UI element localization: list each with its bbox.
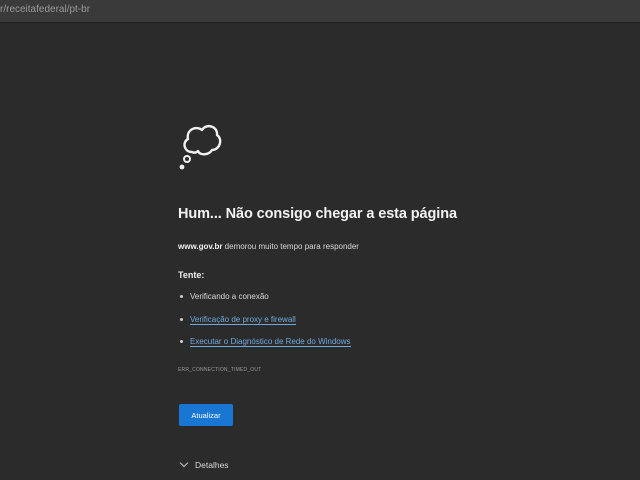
error-code: ERR_CONNECTION_TIMED_OUT — [178, 367, 262, 373]
details-label: Detalhes — [195, 460, 229, 470]
error-message: www.gov.br demorou muito tempo para resp… — [178, 242, 359, 251]
suggestion-network-diagnostics-link[interactable]: Executar o Diagnóstico de Rede do Window… — [178, 337, 351, 360]
suggestion-proxy-firewall-link[interactable]: Verificação de proxy e firewall — [178, 314, 351, 338]
suggestions-list: Verificando a conexão Verificação de pro… — [178, 292, 351, 360]
page-title: Hum... Não consigo chegar a esta página — [178, 206, 457, 222]
chevron-down-icon — [179, 458, 189, 468]
suggestion-check-connection: Verificando a conexão — [178, 292, 351, 315]
refresh-button[interactable]: Atualizar — [179, 404, 233, 426]
host-name: www.gov.br — [178, 242, 223, 251]
try-label: Tente: — [178, 270, 205, 280]
details-toggle[interactable]: Detalhes — [179, 458, 229, 470]
thought-cloud-icon — [179, 124, 222, 170]
address-bar[interactable]: r/receitafederal/pt-br — [0, 0, 640, 23]
error-message-text: demorou muito tempo para responder — [222, 242, 359, 251]
url-text[interactable]: r/receitafederal/pt-br — [0, 4, 90, 15]
